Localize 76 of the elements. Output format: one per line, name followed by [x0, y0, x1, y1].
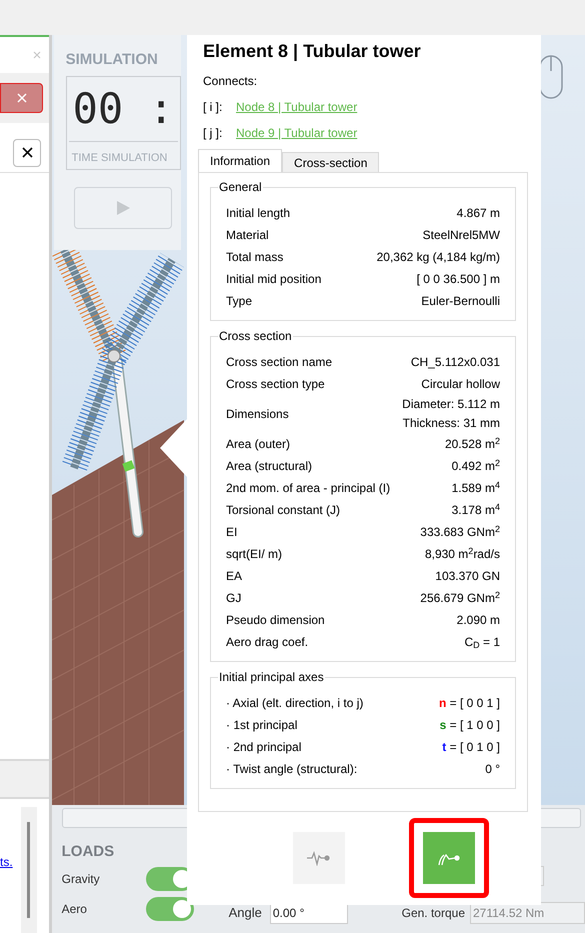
property-value: 8,930 m$^{2}$rad/s — [424, 545, 500, 563]
property-label: 2nd mom. of area - principal (I) — [226, 480, 390, 497]
field-label: Gen. torque — [402, 905, 465, 922]
close-icon — [22, 147, 32, 158]
panel-title: SIMULATION — [66, 52, 159, 67]
toggle-label: Aero — [62, 901, 88, 918]
property-label: Total mass — [226, 249, 284, 266]
clear-button[interactable] — [13, 138, 41, 166]
waveform-icon — [307, 850, 331, 866]
property-label: Area (structural) — [226, 458, 312, 475]
property-value: 1.589 m$^{4}$ — [452, 479, 500, 497]
close-icon[interactable] — [32, 51, 41, 59]
property-label: sqrt(EI/ m) — [226, 546, 282, 563]
popup-title: Element 8 | Tubular tower — [202, 40, 422, 62]
property-value: 20.528 m$^{2}$ — [444, 435, 500, 453]
property-value: Euler-Bernoulli — [421, 293, 500, 310]
property-value: SteelNrel5MW — [422, 227, 500, 244]
property-label: Cross section type — [226, 376, 325, 393]
property-label: EA — [226, 568, 242, 585]
property-label: · 2nd principal — [226, 739, 302, 756]
property-value: 333.683 GNm$^{2}$ — [420, 523, 500, 541]
property-label: Area (outer) — [226, 436, 290, 453]
delete-button[interactable] — [0, 83, 43, 113]
group-title: General — [218, 179, 263, 196]
link[interactable]: ts. — [0, 853, 21, 871]
property-label: Torsional constant (J) — [226, 502, 340, 519]
property-label: EI — [226, 524, 238, 541]
property-label: Type — [226, 293, 252, 310]
property-value: Diameter: 5.112 m — [402, 396, 500, 413]
field-value: 0.00 ° — [272, 904, 304, 922]
property-value: 20,362 kg (4,184 kg/m) — [376, 249, 500, 266]
group-title: Cross section — [218, 328, 293, 345]
property-value: C$_{D}$ = 1 — [464, 634, 500, 651]
property-label: Material — [226, 227, 269, 244]
section-title: LOADS — [62, 843, 116, 861]
property-value: 2.090 m — [456, 612, 500, 629]
property-label: Dimensions — [226, 406, 289, 423]
toggle-switch[interactable] — [146, 897, 194, 921]
tab[interactable]: Information — [198, 149, 282, 172]
group-title: Initial principal axes — [218, 669, 325, 686]
property-value: [ 0 0 36.500 ] m — [416, 271, 500, 288]
connection-key: [ j ]: — [203, 125, 236, 141]
field-label: Angle — [228, 904, 262, 922]
property-label: Aero drag coef. — [226, 634, 308, 651]
deformed-view-button[interactable] — [409, 818, 489, 898]
close-icon — [16, 93, 26, 103]
property-value: t = [ 0 1 0 ] — [442, 739, 500, 756]
scrollbar[interactable] — [27, 822, 30, 918]
clock-digits: 00 : — [72, 83, 175, 135]
property-value: n = [ 0 0 1 ] — [438, 695, 500, 712]
property-label: Initial length — [226, 205, 290, 222]
property-label: Cross section name — [226, 354, 332, 371]
property-label: Pseudo dimension — [226, 612, 325, 629]
field-value: 27114.52 Nm — [473, 905, 544, 922]
property-value: 0.492 m$^{2}$ — [452, 457, 500, 475]
property-label: GJ — [226, 590, 242, 607]
property-label: Initial mid position — [226, 271, 322, 288]
property-label: · 1st principal — [226, 717, 298, 734]
property-value: Thickness: 31 mm — [402, 415, 500, 432]
tab[interactable]: Cross-section — [282, 152, 380, 172]
property-value: Circular hollow — [421, 376, 500, 393]
property-value: s = [ 1 0 0 ] — [440, 717, 500, 734]
property-value: CH_5.112x0.031 — [410, 354, 500, 371]
property-value: 0 ° — [485, 761, 500, 778]
property-label: · Twist angle (structural): — [226, 761, 358, 778]
play-icon — [114, 200, 131, 216]
connection-key: [ i ]: — [203, 99, 236, 115]
toggle-label: Gravity — [62, 871, 101, 888]
clock-label: TIME SIMULATION — [70, 151, 168, 166]
property-value: 103.370 GN — [435, 568, 500, 585]
play-button[interactable] — [74, 187, 172, 229]
property-label: · Axial (elt. direction, i to j) — [226, 695, 364, 712]
connects-label: Connects: — [202, 73, 258, 89]
property-value: 4.867 m — [456, 205, 500, 222]
property-value: 256.679 GNm$^{2}$ — [420, 589, 500, 607]
property-value: 3.178 m$^{4}$ — [452, 501, 500, 519]
